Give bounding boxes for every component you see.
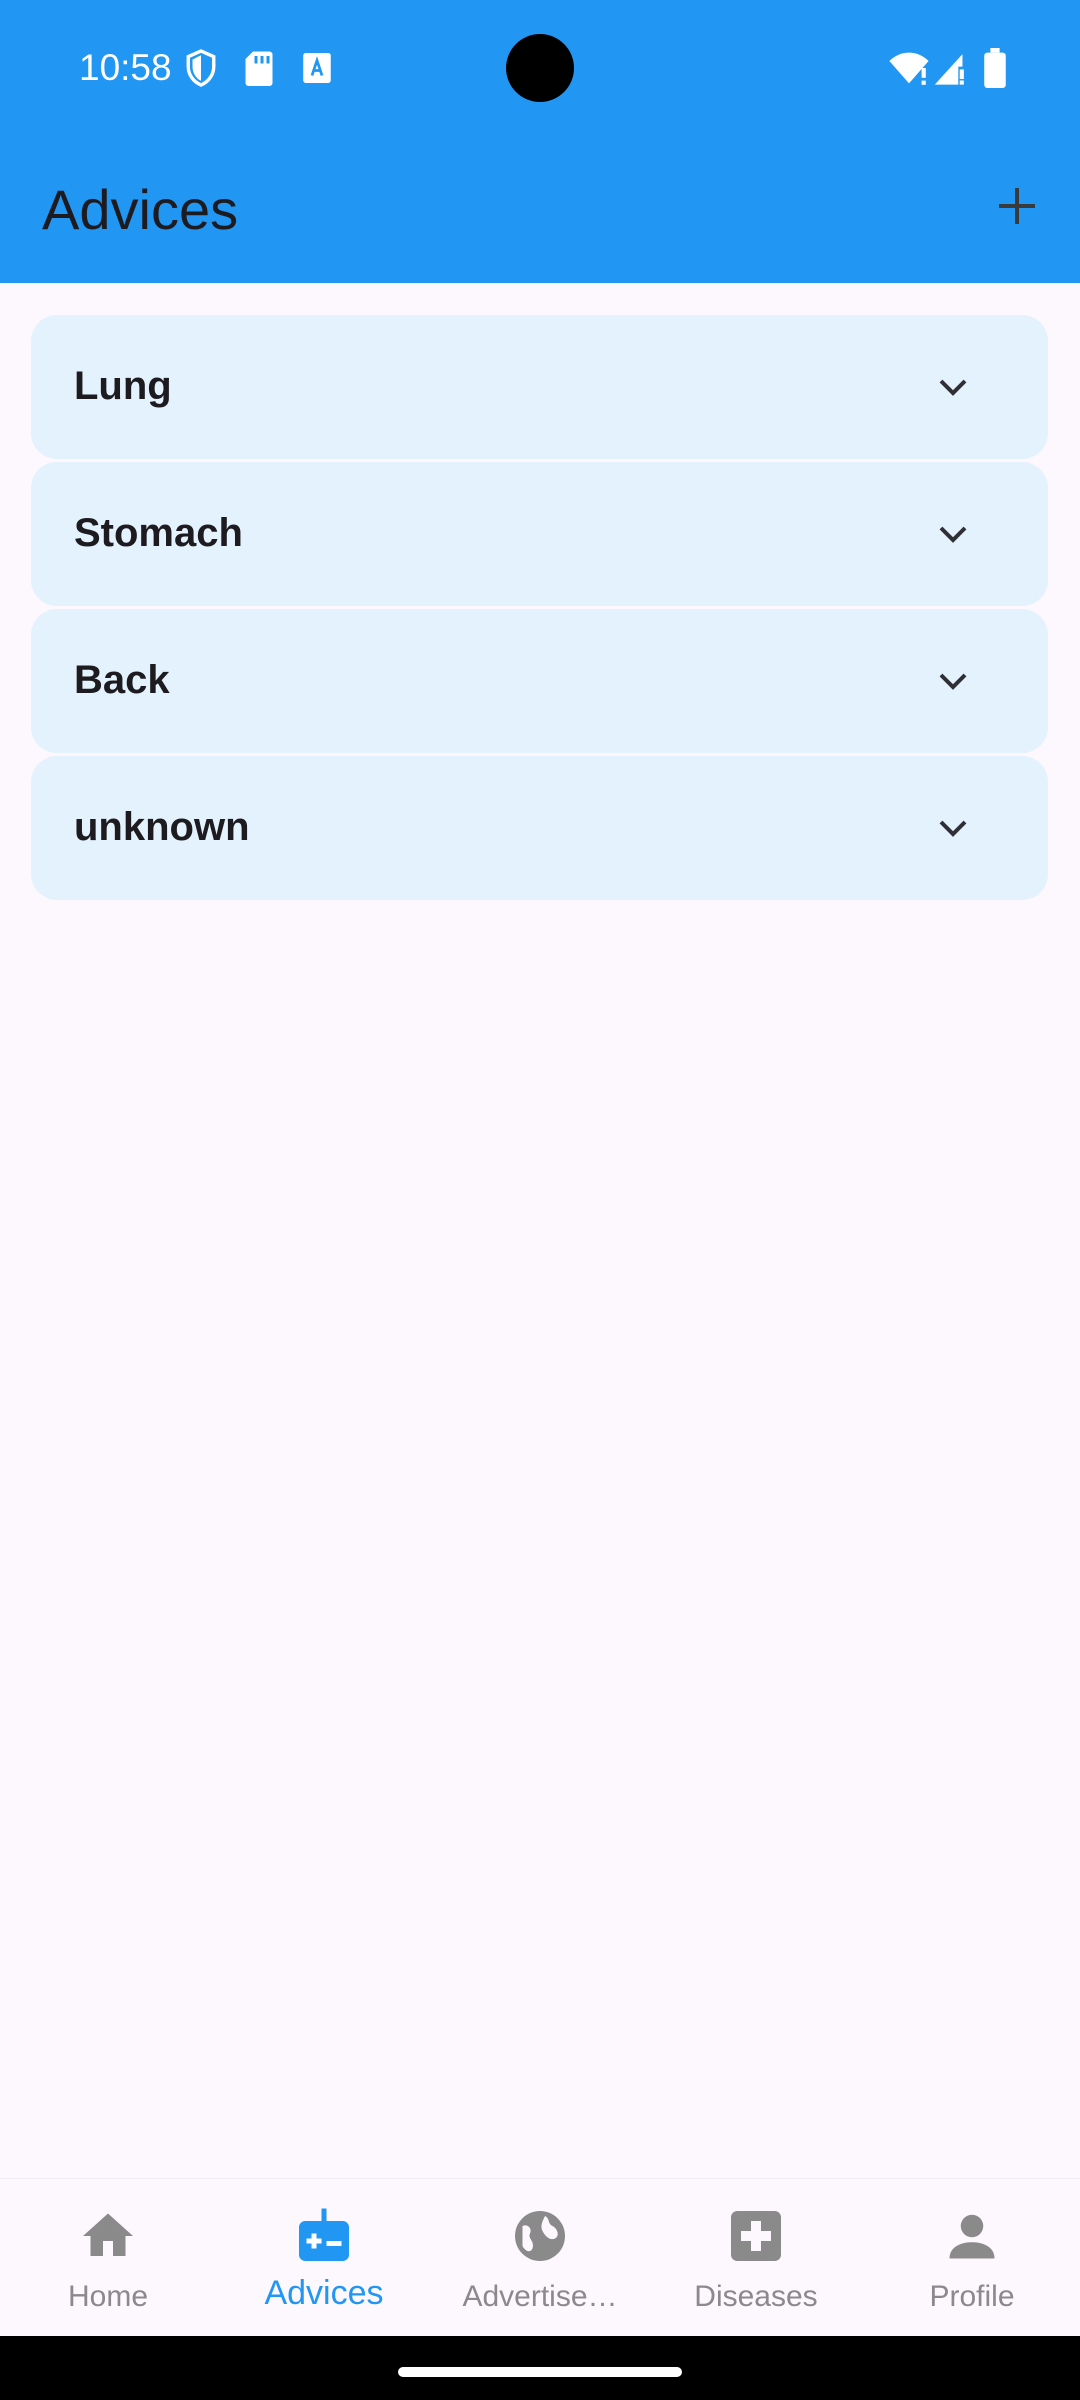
advice-item-unknown[interactable]: unknown xyxy=(31,756,1048,900)
medical-bag-icon xyxy=(299,2208,349,2261)
bottom-navigation: Home Advices Advertise… Diseases Profile xyxy=(0,2178,1080,2337)
globe-icon xyxy=(515,2211,565,2261)
wifi-icon xyxy=(889,52,929,85)
nav-item-label: Advices xyxy=(264,2275,384,2311)
person-icon xyxy=(949,2214,995,2259)
app-bar: Advices xyxy=(0,135,1080,283)
advice-list: Lung Stomach Back unknown xyxy=(31,315,1048,903)
chevron-down-icon[interactable] xyxy=(931,512,975,556)
nav-item-label: Profile xyxy=(929,2280,1015,2313)
nav-item-label: Diseases xyxy=(694,2280,818,2313)
advice-item-back[interactable]: Back xyxy=(31,609,1048,753)
advice-item-label: Back xyxy=(74,658,170,702)
medical-cross-icon xyxy=(731,2211,781,2261)
nav-item-advertise[interactable]: Advertise… xyxy=(432,2179,648,2337)
shield-icon xyxy=(186,49,216,87)
plus-icon xyxy=(999,188,1035,224)
nav-item-label: Advertise… xyxy=(462,2280,618,2313)
cell-signal-icon xyxy=(934,54,964,85)
chevron-down-icon[interactable] xyxy=(931,806,975,850)
status-time: 10:58 xyxy=(79,47,172,88)
add-advice-button[interactable] xyxy=(980,169,1054,243)
nav-item-profile[interactable]: Profile xyxy=(864,2179,1080,2337)
font-download-icon xyxy=(303,53,331,83)
status-bar: 10:58 xyxy=(0,0,1080,135)
home-gesture-handle[interactable] xyxy=(398,2367,682,2377)
nav-item-label: Home xyxy=(67,2280,149,2313)
system-navigation-bar xyxy=(0,2336,1080,2400)
home-icon xyxy=(83,2213,133,2256)
advice-item-lung[interactable]: Lung xyxy=(31,315,1048,459)
nav-item-diseases[interactable]: Diseases xyxy=(648,2179,864,2337)
page-title: Advices xyxy=(42,178,239,241)
sd-card-icon xyxy=(245,51,273,86)
advice-item-stomach[interactable]: Stomach xyxy=(31,462,1048,606)
front-camera xyxy=(506,34,574,102)
advice-item-label: Lung xyxy=(74,364,172,408)
advice-item-label: Stomach xyxy=(74,511,243,555)
battery-icon xyxy=(984,48,1006,88)
chevron-down-icon[interactable] xyxy=(931,659,975,703)
nav-item-advices[interactable]: Advices xyxy=(216,2179,432,2337)
advice-item-label: unknown xyxy=(74,805,250,849)
chevron-down-icon[interactable] xyxy=(931,365,975,409)
nav-item-home[interactable]: Home xyxy=(0,2179,216,2337)
